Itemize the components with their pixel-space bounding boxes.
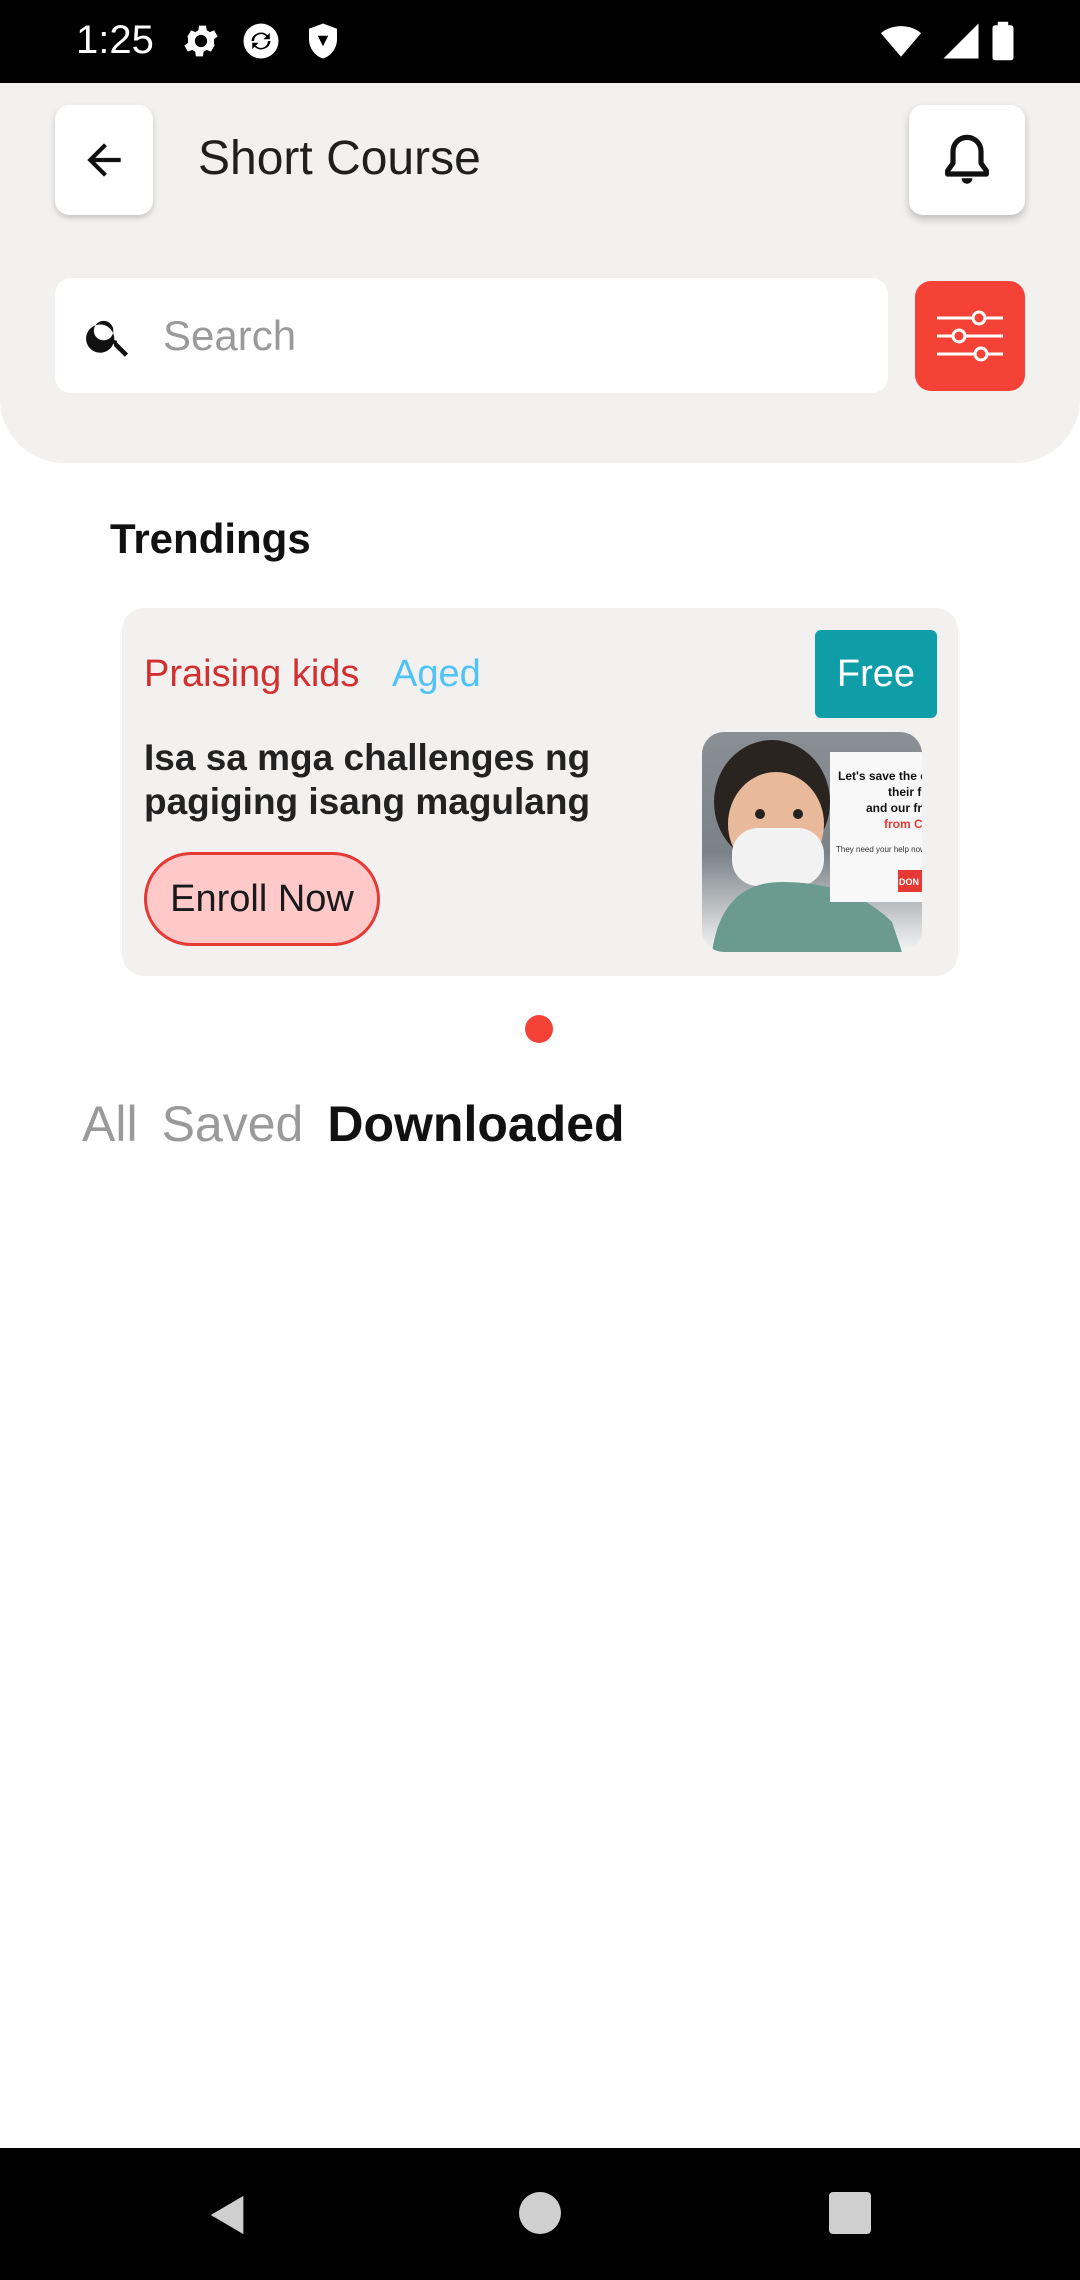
wifi-icon [880,26,922,57]
nav-recents-icon[interactable] [829,2192,871,2234]
signal-icon [943,23,979,59]
arrow-left-icon [87,143,121,177]
course-card[interactable]: Praising kids Aged Free Isa sa mga chall… [122,608,958,976]
thumb-line-2: their f [888,785,922,799]
tab-all[interactable]: All [82,1095,138,1153]
thumb-tag: DON [899,877,919,887]
thumb-line-4: from C [884,817,922,831]
header-panel: Short Course [0,83,1080,463]
status-bar: 1:25 [0,0,1080,83]
course-category: Praising kids [144,653,360,695]
screen: 1:25 Short Course Search Trendings Prais… [0,0,1080,2280]
price-badge: Free [815,630,937,718]
sync-icon [243,23,279,59]
search-box[interactable] [55,278,888,393]
search-input[interactable] [163,298,863,374]
course-description: Isa sa mga challenges ng pagiging isang … [144,737,591,822]
notifications-button[interactable] [909,105,1025,215]
bell-icon [945,134,989,184]
back-button[interactable] [55,105,153,215]
course-thumbnail: Let's save the c their f and our fr from… [702,732,922,952]
course-audience: Aged [392,653,481,695]
enroll-now-button[interactable]: Enroll Now [144,852,380,946]
thumb-small-text: They need your help now m [836,845,922,854]
trendings-title: Trendings [110,515,311,562]
thumb-line-3: and our fr [866,801,922,815]
carousel-indicator[interactable] [525,1015,553,1043]
battery-icon [992,21,1014,61]
filter-button[interactable] [915,281,1025,391]
tab-downloaded[interactable]: Downloaded [327,1095,624,1153]
nav-home-icon[interactable] [519,2192,561,2234]
system-nav-bar [0,2148,1080,2280]
tab-saved[interactable]: Saved [162,1095,304,1153]
thumb-line-1: Let's save the c [838,769,922,783]
search-icon [86,320,129,357]
sliders-icon [937,310,1003,362]
gear-icon [184,25,218,57]
status-time: 1:25 [76,18,154,62]
page-title: Short Course [198,132,481,185]
shield-icon [309,23,337,59]
nav-back-icon[interactable] [205,2192,251,2238]
course-tabs: All Saved Downloaded [82,1095,625,1153]
